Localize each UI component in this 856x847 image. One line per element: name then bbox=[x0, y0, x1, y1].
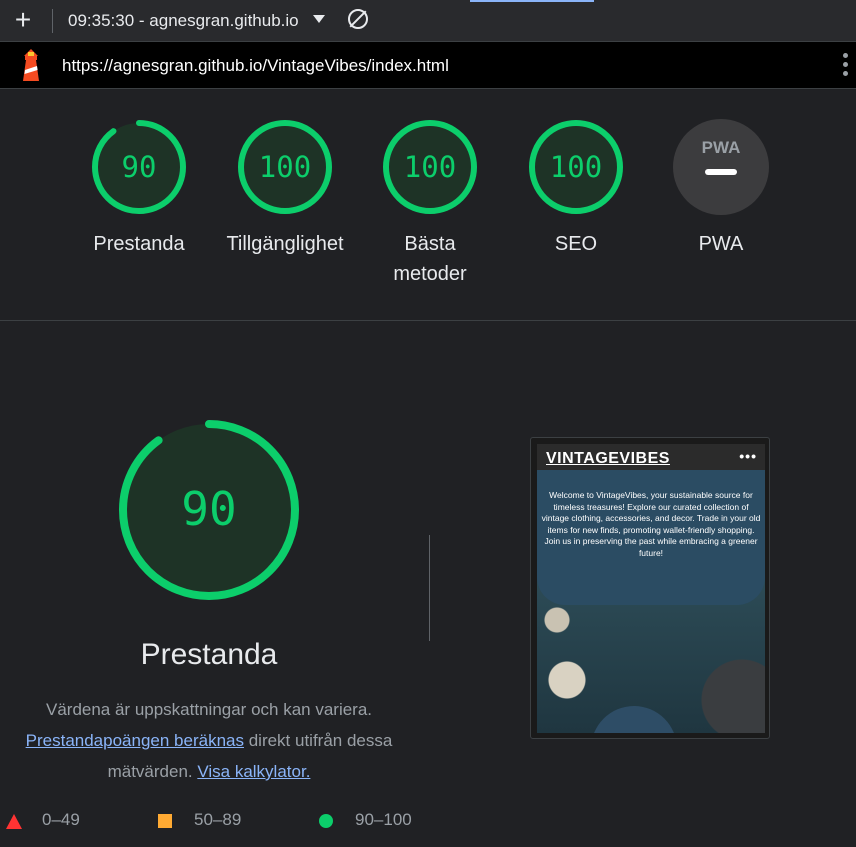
screenshot-logo: VINTAGEVIBES bbox=[546, 450, 670, 467]
fail-triangle-icon bbox=[6, 814, 22, 829]
plus-icon[interactable]: + bbox=[12, 6, 34, 34]
legend-average-range: 50–89 bbox=[194, 810, 242, 829]
report-url[interactable]: https://agnesgran.github.io/VintageVibes… bbox=[62, 56, 449, 76]
devtools-toolbar: + 09:35:30 - agnesgran.github.io bbox=[0, 0, 856, 42]
gauge-accessibility-label: Tillgänglighet bbox=[226, 233, 344, 255]
gauge-performance-score: 90 bbox=[122, 150, 157, 184]
screenshot-content: VINTAGEVIBES ••• Welcome to VintageVibes… bbox=[537, 444, 765, 733]
performance-title: Prestanda bbox=[140, 638, 278, 671]
description-text: Värdena är uppskattningar och kan varier… bbox=[45, 700, 373, 719]
average-square-icon bbox=[158, 814, 172, 828]
screenshot-welcome-text: Welcome to VintageVibes, your sustainabl… bbox=[541, 490, 761, 558]
gauge-seo-ring: 100 bbox=[529, 120, 623, 214]
chevron-down-icon[interactable] bbox=[313, 15, 325, 23]
block-icon[interactable] bbox=[348, 9, 368, 29]
gauge-seo[interactable]: 100 SEO bbox=[511, 119, 641, 259]
pass-circle-icon bbox=[319, 814, 333, 828]
gauge-pwa[interactable]: PWA PWA bbox=[656, 119, 786, 259]
screenshot-navbar: VINTAGEVIBES ••• bbox=[537, 444, 765, 470]
pwa-badge-icon: PWA bbox=[673, 119, 769, 215]
gauge-performance-ring: 90 bbox=[92, 120, 186, 214]
gauge-best-practices-ring: 100 bbox=[383, 120, 477, 214]
performance-main-score: 90 bbox=[181, 482, 236, 536]
gauge-best-practices-score: 100 bbox=[404, 150, 456, 184]
pwa-badge-text: PWA bbox=[702, 138, 741, 157]
gauge-accessibility[interactable]: 100 Tillgänglighet bbox=[220, 119, 350, 259]
gauge-accessibility-score: 100 bbox=[259, 150, 311, 184]
category-gauges: 90 Prestanda 100 Tillgänglighet 100 Bäst… bbox=[0, 89, 856, 321]
active-tab-indicator bbox=[470, 0, 594, 2]
score-calculation-link[interactable]: Prestandapoängen beräknas bbox=[26, 731, 244, 750]
lighthouse-logo-icon bbox=[23, 49, 39, 81]
score-legend: 0–49 50–89 90–100 bbox=[0, 810, 440, 836]
page-screenshot-thumbnail[interactable]: VINTAGEVIBES ••• Welcome to VintageVibes… bbox=[530, 437, 770, 739]
gauge-best-practices-label: Bästa metoder bbox=[393, 233, 467, 285]
screenshot-menu-icon: ••• bbox=[739, 448, 757, 464]
legend-pass-range: 90–100 bbox=[355, 810, 412, 829]
toolbar-divider bbox=[52, 9, 53, 33]
report-selector[interactable]: 09:35:30 - agnesgran.github.io bbox=[68, 11, 299, 31]
gauge-performance[interactable]: 90 Prestanda bbox=[74, 119, 204, 259]
gauge-seo-label: SEO bbox=[554, 233, 598, 255]
performance-description: Värdena är uppskattningar och kan varier… bbox=[0, 694, 418, 787]
gauge-best-practices[interactable]: 100 Bästa metoder bbox=[365, 119, 495, 289]
gauge-seo-score: 100 bbox=[550, 150, 602, 184]
gauge-accessibility-ring: 100 bbox=[238, 120, 332, 214]
performance-main-gauge: 90 bbox=[119, 420, 299, 600]
report-url-bar: https://agnesgran.github.io/VintageVibes… bbox=[0, 42, 856, 89]
legend-fail-range: 0–49 bbox=[42, 810, 80, 829]
gauge-pwa-label: PWA bbox=[698, 233, 744, 255]
section-divider bbox=[429, 535, 430, 641]
gauge-performance-label: Prestanda bbox=[93, 233, 185, 255]
view-calculator-link[interactable]: Visa kalkylator. bbox=[197, 762, 310, 781]
more-options-icon[interactable] bbox=[843, 53, 849, 79]
